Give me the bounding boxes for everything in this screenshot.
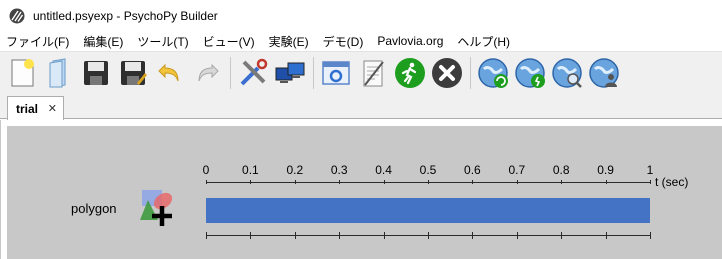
pavlovia-sync-button[interactable]	[475, 55, 511, 91]
experiment-settings-button[interactable]	[318, 55, 354, 91]
menu-tools[interactable]: ツール(T)	[137, 33, 188, 50]
menu-demos[interactable]: デモ(D)	[323, 33, 364, 50]
pavlovia-run-icon	[515, 57, 545, 88]
timeline-tick-label: 0.9	[597, 163, 614, 177]
menu-bar: ファイル(F) 編集(E) ツール(T) ビュー(V) 実験(E) デモ(D) …	[0, 31, 722, 51]
preferences-button[interactable]	[235, 55, 271, 91]
timeline-tick-label: 0	[202, 163, 210, 177]
timeline-tick-label: 0.7	[508, 163, 526, 177]
toolbar-separator	[230, 56, 231, 89]
timeline-tick-lower	[561, 232, 563, 239]
timeline-tick-label: 0.5	[419, 163, 437, 177]
timeline-tick-label: 0.4	[375, 163, 392, 177]
pavlovia-run-button[interactable]	[512, 55, 548, 91]
routine-tab-strip: trial ✕	[0, 93, 722, 120]
toolbar	[0, 51, 722, 93]
run-icon	[395, 57, 425, 88]
timeline-tick-lower	[472, 232, 474, 239]
preferences-icon	[240, 58, 268, 85]
timeline-tick	[250, 180, 252, 184]
compile-script-icon	[363, 60, 384, 86]
pavlovia-user-icon	[589, 57, 619, 88]
timeline-tick-lower	[206, 232, 207, 239]
routine-panel: polygon t (sec) 0 0.1 0.2 0.3 0.4 0.5 0.6 0.7 0.…	[0, 120, 722, 259]
new-file-icon	[11, 58, 34, 86]
menu-file[interactable]: ファイル(F)	[6, 33, 69, 50]
close-icon[interactable]: ✕	[48, 102, 57, 115]
pavlovia-user-button[interactable]	[586, 55, 622, 91]
timeline-tick-label: 0.3	[330, 163, 348, 177]
timeline-tick-lower	[428, 232, 429, 239]
routine-timeline: t (sec) 0 0.1 0.2 0.3 0.4 0.5 0.6 0.7 0.8 0.9 1	[7, 126, 722, 259]
timeline-tick	[605, 180, 607, 184]
window-title: untitled.psyexp - PsychoPy Builder	[33, 8, 218, 23]
timeline-tick	[650, 180, 651, 184]
stop-button[interactable]	[429, 55, 465, 91]
tab-label: trial	[16, 101, 39, 116]
timeline-tick	[561, 180, 563, 184]
save-button[interactable]	[78, 55, 114, 91]
timeline-tick-lower	[516, 232, 518, 239]
timeline-tick	[516, 180, 518, 184]
timeline-tick-label: 0.2	[286, 163, 304, 177]
monitor-center-icon	[275, 62, 305, 83]
redo-button[interactable]	[189, 55, 225, 91]
timeline-tick	[472, 180, 474, 184]
menu-edit[interactable]: 編集(E)	[83, 33, 123, 50]
timeline-tick	[206, 180, 207, 184]
pavlovia-search-button[interactable]	[549, 55, 585, 91]
menu-view[interactable]: ビュー(V)	[203, 33, 255, 50]
timeline-tick-lower	[294, 232, 296, 239]
timeline-tick-label: 0.1	[242, 163, 259, 177]
component-bar-polygon[interactable]	[206, 198, 650, 223]
menu-pavlovia[interactable]: Pavlovia.org	[377, 34, 443, 48]
new-file-button[interactable]	[4, 55, 40, 91]
experiment-settings-icon	[322, 60, 350, 85]
menu-experiment[interactable]: 実験(E)	[269, 33, 309, 50]
pavlovia-search-icon	[552, 57, 582, 88]
title-bar: untitled.psyexp - PsychoPy Builder	[0, 0, 722, 31]
open-file-icon	[49, 57, 66, 88]
routine-canvas: polygon t (sec) 0 0.1 0.2 0.3 0.4 0.5 0.6 0.7 0.…	[7, 126, 722, 259]
psychopy-logo-icon	[9, 8, 25, 23]
redo-icon	[198, 63, 219, 81]
time-unit-label: t (sec)	[655, 175, 689, 189]
timeline-tick-label: 1	[646, 163, 654, 177]
timeline-tick-lower	[250, 232, 252, 239]
run-button[interactable]	[392, 55, 428, 91]
timeline-tick	[339, 180, 341, 184]
timeline-tick	[383, 180, 385, 184]
timeline-tick	[428, 180, 429, 184]
timeline-tick-lower	[339, 232, 341, 239]
save-icon	[84, 60, 108, 85]
open-file-button[interactable]	[41, 55, 77, 91]
timeline-tick-label: 0.8	[552, 163, 570, 177]
toolbar-separator	[470, 56, 471, 89]
timeline-tick-lower	[650, 232, 651, 239]
timeline-tick-lower	[605, 232, 607, 239]
undo-icon	[158, 63, 179, 81]
timeline-tick	[294, 180, 296, 184]
timeline-tick-label: 0.6	[464, 163, 481, 177]
compile-script-button[interactable]	[355, 55, 391, 91]
save-as-button[interactable]	[115, 55, 151, 91]
pavlovia-sync-icon	[478, 57, 508, 88]
toolbar-separator	[313, 56, 314, 89]
tab-trial[interactable]: trial ✕	[7, 96, 64, 120]
undo-button[interactable]	[152, 55, 188, 91]
menu-help[interactable]: ヘルプ(H)	[457, 33, 510, 50]
timeline-tick-lower	[383, 232, 385, 239]
save-as-icon	[121, 60, 147, 85]
monitor-center-button[interactable]	[272, 55, 308, 91]
stop-icon	[432, 57, 462, 88]
